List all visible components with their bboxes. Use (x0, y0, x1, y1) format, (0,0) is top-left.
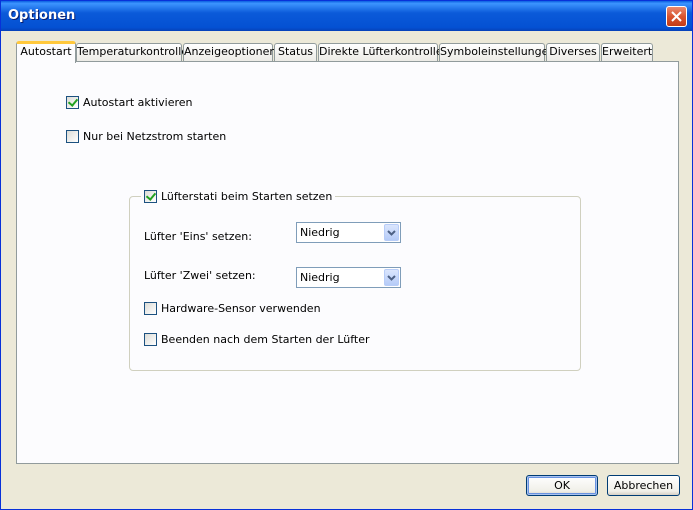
fan2-value: Niedrig (300, 271, 340, 284)
tab-status[interactable]: Status (274, 43, 317, 61)
fan1-value: Niedrig (300, 226, 340, 239)
fan1-select[interactable]: Niedrig (296, 222, 401, 243)
exit-after-start-checkbox[interactable]: Beenden nach dem Starten der Lüfter (144, 333, 370, 346)
autostart-enable-checkbox[interactable]: Autostart aktivieren (66, 96, 193, 109)
checkbox-box (66, 130, 79, 143)
chevron-down-icon[interactable] (384, 269, 399, 286)
close-icon (671, 11, 682, 22)
check-icon (66, 96, 79, 109)
fan1-label: Lüfter 'Eins' setzen: (144, 230, 252, 243)
check-icon (144, 190, 157, 203)
cancel-button[interactable]: Abbrechen (607, 475, 680, 496)
mains-only-checkbox[interactable]: Nur bei Netzstrom starten (66, 130, 226, 143)
chevron-down-icon[interactable] (384, 224, 399, 241)
fan-startup-checkbox[interactable]: Lüfterstati beim Starten setzen (141, 190, 336, 203)
fan2-select[interactable]: Niedrig (296, 267, 401, 288)
window-title: Optionen (8, 8, 76, 23)
autostart-enable-label: Autostart aktivieren (83, 96, 193, 109)
title-bar[interactable]: Optionen (1, 1, 692, 31)
checkbox-box (144, 333, 157, 346)
tab-autostart[interactable]: Autostart (16, 41, 76, 63)
mains-only-label: Nur bei Netzstrom starten (83, 130, 227, 143)
close-button[interactable] (666, 6, 687, 27)
fan-startup-label: Lüfterstati beim Starten setzen (161, 190, 333, 203)
tab-erweitert[interactable]: Erweitert (601, 43, 653, 61)
options-dialog: Optionen Autostart Temperaturkontrolle A… (0, 0, 693, 510)
tab-symboleinstellungen[interactable]: Symboleinstellungen (439, 43, 555, 61)
hardware-sensor-checkbox[interactable]: Hardware-Sensor verwenden (144, 302, 321, 315)
checkbox-box (144, 302, 157, 315)
fan2-label: Lüfter 'Zwei' setzen: (144, 269, 256, 282)
tab-temperaturkontrolle[interactable]: Temperaturkontrolle (76, 43, 188, 61)
exit-after-start-label: Beenden nach dem Starten der Lüfter (161, 333, 370, 346)
tab-diverses[interactable]: Diverses (546, 43, 600, 61)
ok-button[interactable]: OK (526, 475, 598, 496)
tab-direkte-luefterkontrolle[interactable]: Direkte Lüfterkontrolle (318, 43, 443, 61)
tab-anzeigeoptionen[interactable]: Anzeigeoptionen (183, 43, 276, 61)
hardware-sensor-label: Hardware-Sensor verwenden (161, 302, 321, 315)
